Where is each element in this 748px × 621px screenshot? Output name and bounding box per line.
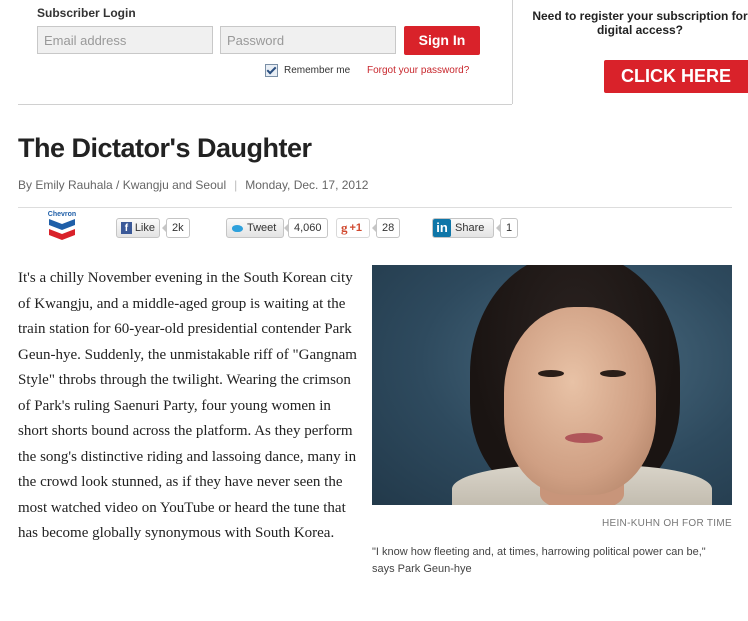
email-field[interactable]: Email address — [37, 26, 213, 54]
photo-face — [504, 307, 656, 495]
photo-credit: HEIN-KUHN OH FOR TIME — [601, 518, 732, 529]
password-field[interactable]: Password — [220, 26, 396, 54]
sponsor-name: Chevron — [47, 211, 77, 218]
linkedin-share-button[interactable]: in Share — [432, 218, 494, 238]
google-plus-button[interactable]: g +1 — [336, 218, 370, 238]
tweet-label: Tweet — [247, 222, 277, 234]
subscriber-login-panel: Subscriber Login Email address Password … — [18, 0, 512, 105]
remember-me[interactable]: Remember me — [265, 64, 350, 77]
linkedin-share-count: 1 — [495, 218, 519, 238]
register-prompt-line2: digital access? — [596, 23, 684, 37]
publish-date: Monday, Dec. 17, 2012 — [245, 178, 369, 192]
chevron-logo-icon — [49, 219, 75, 241]
register-prompt-line1: Need to register your subscription for — [532, 9, 748, 23]
author-byline: By Emily Rauhala / Kwangju and Seoul — [18, 178, 227, 192]
google-plus-label: +1 — [349, 222, 363, 234]
login-title: Subscriber Login — [37, 6, 136, 20]
tweet-button[interactable]: Tweet — [226, 218, 284, 238]
forgot-password-link[interactable]: Forgot your password? — [367, 65, 469, 76]
header-rule — [18, 207, 732, 208]
header-divider — [512, 0, 513, 104]
facebook-like-label: Like — [134, 222, 155, 234]
byline-separator: | — [234, 178, 238, 192]
tweet-count: 4,060 — [284, 218, 328, 238]
sponsor-logo[interactable]: Chevron — [47, 211, 77, 243]
photo-caption: "I know how fleeting and, at times, harr… — [372, 546, 706, 575]
article-headline: The Dictator's Daughter — [18, 133, 312, 163]
register-prompt: Need to register your subscription for d… — [520, 9, 748, 37]
google-plus-icon: g — [341, 220, 348, 235]
article-photo[interactable] — [372, 265, 732, 505]
photo-lips — [565, 433, 603, 443]
facebook-like-count: 2k — [162, 218, 190, 238]
remember-me-label: Remember me — [284, 65, 351, 76]
photo-left-eye — [538, 370, 564, 377]
google-plus-count: 28 — [371, 218, 401, 238]
photo-right-eye — [600, 370, 626, 377]
click-here-button[interactable]: CLICK HERE — [604, 60, 748, 93]
sign-in-button[interactable]: Sign In — [404, 26, 480, 55]
twitter-bird-icon — [231, 223, 244, 233]
facebook-icon: f — [121, 222, 132, 234]
linkedin-icon: in — [433, 219, 451, 237]
byline: By Emily Rauhala / Kwangju and Seoul | Mon… — [18, 178, 368, 192]
article-body: It's a chilly November evening in the So… — [18, 270, 357, 541]
facebook-like-button[interactable]: f Like — [116, 218, 160, 238]
remember-me-checkbox[interactable] — [265, 64, 278, 77]
linkedin-share-label: Share — [455, 222, 485, 234]
